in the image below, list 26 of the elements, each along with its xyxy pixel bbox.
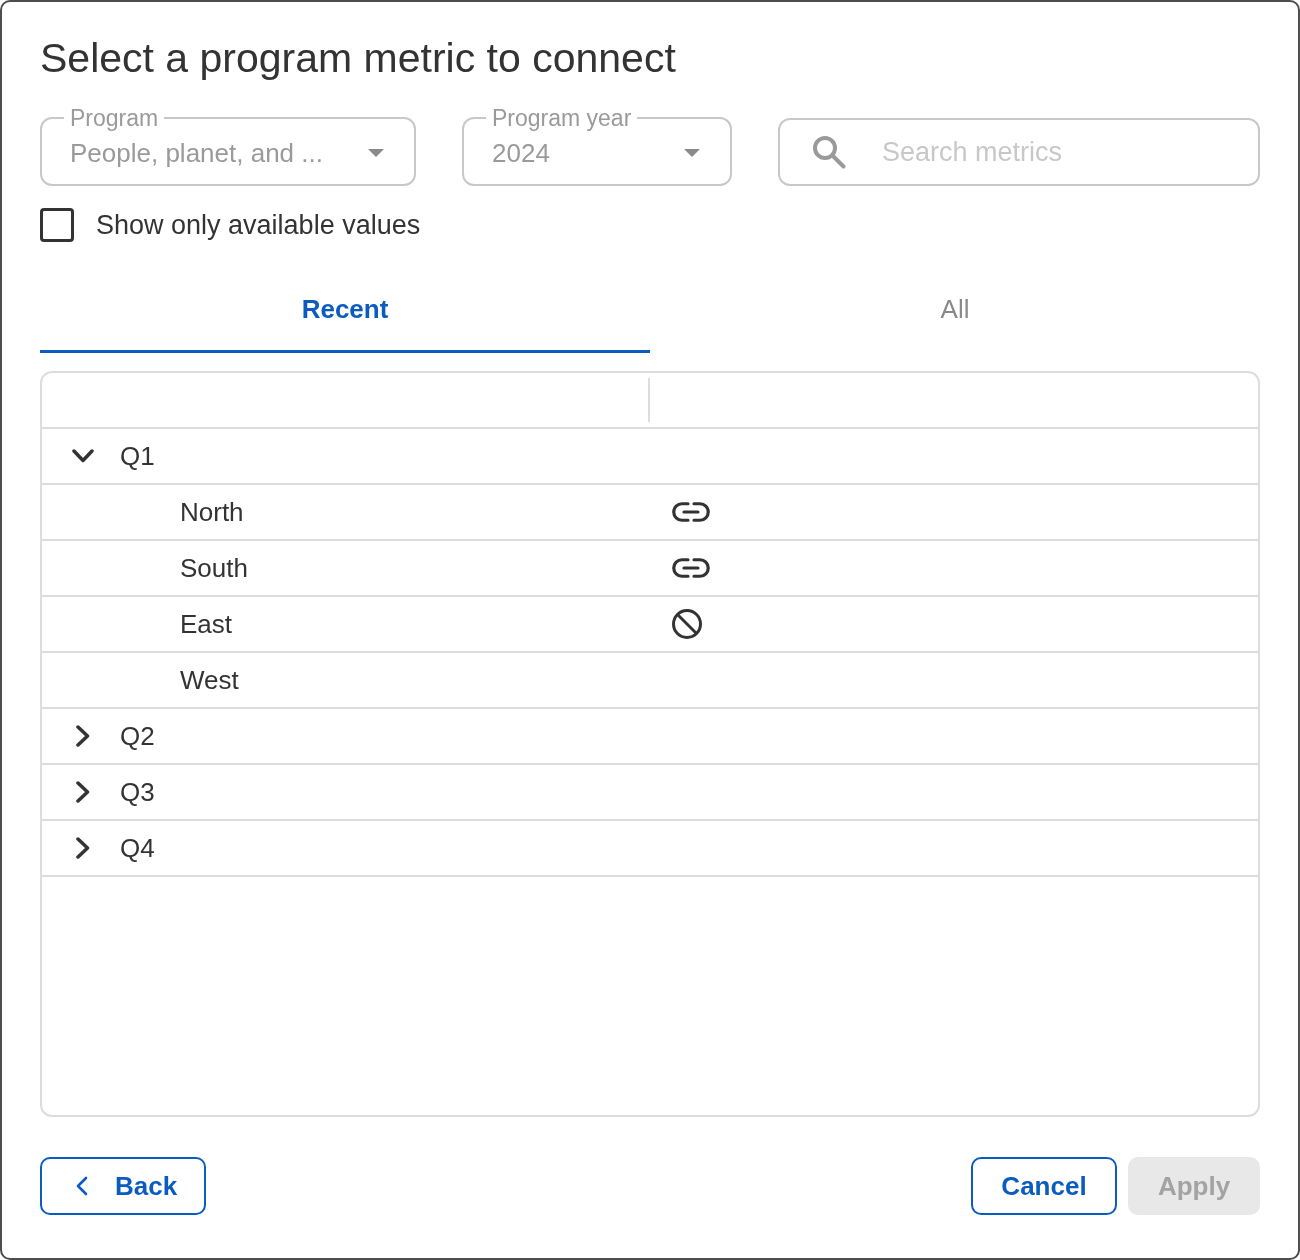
caret-down-icon xyxy=(684,149,700,157)
chevron-right-icon[interactable] xyxy=(76,725,90,747)
select-value: 2024 xyxy=(492,138,550,168)
cancel-button[interactable]: Cancel xyxy=(971,1157,1117,1215)
field-label: Program year xyxy=(491,105,633,131)
tree-item-label[interactable]: North xyxy=(180,497,244,527)
tree-item-label[interactable]: Q4 xyxy=(120,833,155,863)
tree-item-label[interactable]: Q2 xyxy=(120,721,155,751)
search-icon xyxy=(812,135,846,169)
field-label: Program xyxy=(69,105,160,131)
tree-item-label[interactable]: Q1 xyxy=(120,441,155,471)
chevron-down-icon[interactable] xyxy=(72,449,94,463)
chevron-left-icon xyxy=(76,1176,88,1196)
select-value: People, planet, and ... xyxy=(70,138,323,168)
tree-item-label[interactable]: South xyxy=(180,553,248,583)
chevron-right-icon[interactable] xyxy=(76,837,90,859)
back-button[interactable]: Back xyxy=(40,1157,206,1215)
tree-item-label[interactable]: Q3 xyxy=(120,777,155,807)
checkbox-label: Show only available values xyxy=(96,210,421,240)
dialog-title: Select a program metric to connect xyxy=(40,34,676,82)
tree-item-label[interactable]: East xyxy=(180,609,233,639)
tab[interactable]: Recent xyxy=(40,268,650,353)
caret-down-icon xyxy=(368,149,384,157)
tree-item-label[interactable]: West xyxy=(180,665,239,695)
checkbox[interactable] xyxy=(40,208,74,242)
chevron-right-icon[interactable] xyxy=(76,781,90,803)
